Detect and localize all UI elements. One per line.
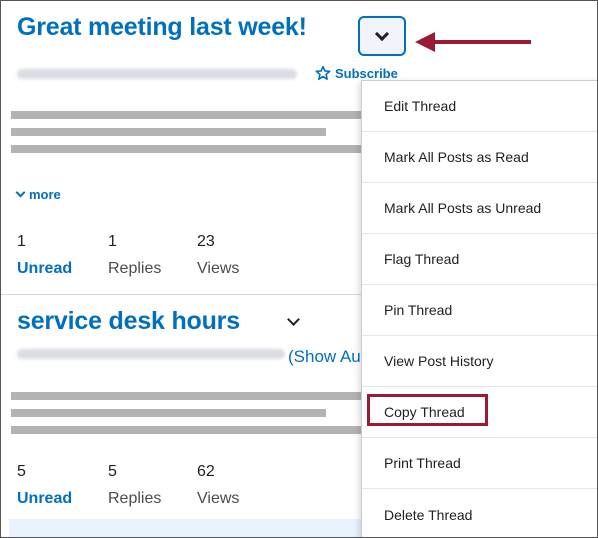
views-count: 23 — [197, 233, 215, 250]
annotation-highlight-box — [367, 394, 488, 426]
unread-count: 5 — [17, 463, 26, 480]
menu-item-mark-all-read[interactable]: Mark All Posts as Read — [362, 132, 597, 183]
replies-count: 1 — [108, 233, 117, 250]
views-label: Views — [197, 490, 240, 507]
post-preview-placeholder — [11, 409, 326, 417]
menu-item-flag-thread[interactable]: Flag Thread — [362, 234, 597, 285]
more-toggle[interactable]: more — [15, 187, 61, 202]
menu-item-delete-thread[interactable]: Delete Thread — [362, 489, 597, 537]
chevron-down-icon[interactable] — [287, 313, 300, 326]
star-outline-icon — [315, 65, 331, 80]
subscribe-link[interactable]: Subscribe — [315, 65, 398, 81]
post-preview-placeholder — [11, 426, 366, 434]
post-preview-placeholder — [11, 128, 326, 136]
replies-count: 5 — [108, 463, 117, 480]
views-label: Views — [197, 260, 240, 277]
subscribe-label: Subscribe — [335, 65, 398, 81]
replies-label: Replies — [108, 490, 162, 507]
unread-link[interactable]: Unread — [17, 260, 72, 278]
thread-context-menu-button[interactable] — [358, 16, 406, 56]
annotation-arrow-icon — [415, 32, 531, 52]
views-count: 62 — [197, 463, 215, 480]
thread-context-menu: Edit Thread Mark All Posts as Read Mark … — [361, 80, 597, 537]
menu-item-mark-all-unread[interactable]: Mark All Posts as Unread — [362, 183, 597, 234]
post-preview-placeholder — [11, 111, 366, 119]
post-preview-placeholder — [11, 392, 366, 400]
unread-count: 1 — [17, 233, 26, 250]
menu-item-edit-thread[interactable]: Edit Thread — [362, 81, 597, 132]
thread-byline-blurred — [17, 349, 285, 359]
menu-item-pin-thread[interactable]: Pin Thread — [362, 285, 597, 336]
replies-label: Replies — [108, 260, 162, 277]
thread-byline-blurred — [17, 69, 297, 79]
thread-title-link[interactable]: service desk hours — [17, 307, 240, 336]
show-author-link[interactable]: (Show Au — [288, 347, 361, 367]
post-preview-placeholder — [11, 145, 366, 153]
chevron-down-icon — [374, 26, 390, 41]
thread-title-link[interactable]: Great meeting last week! — [17, 13, 307, 42]
unread-link[interactable]: Unread — [17, 490, 72, 508]
discussion-topic-page: Great meeting last week! Subscribe more … — [0, 0, 598, 538]
chevron-down-icon — [15, 187, 26, 198]
menu-item-print-thread[interactable]: Print Thread — [362, 438, 597, 489]
more-label: more — [29, 187, 61, 202]
menu-item-view-post-history[interactable]: View Post History — [362, 336, 597, 387]
